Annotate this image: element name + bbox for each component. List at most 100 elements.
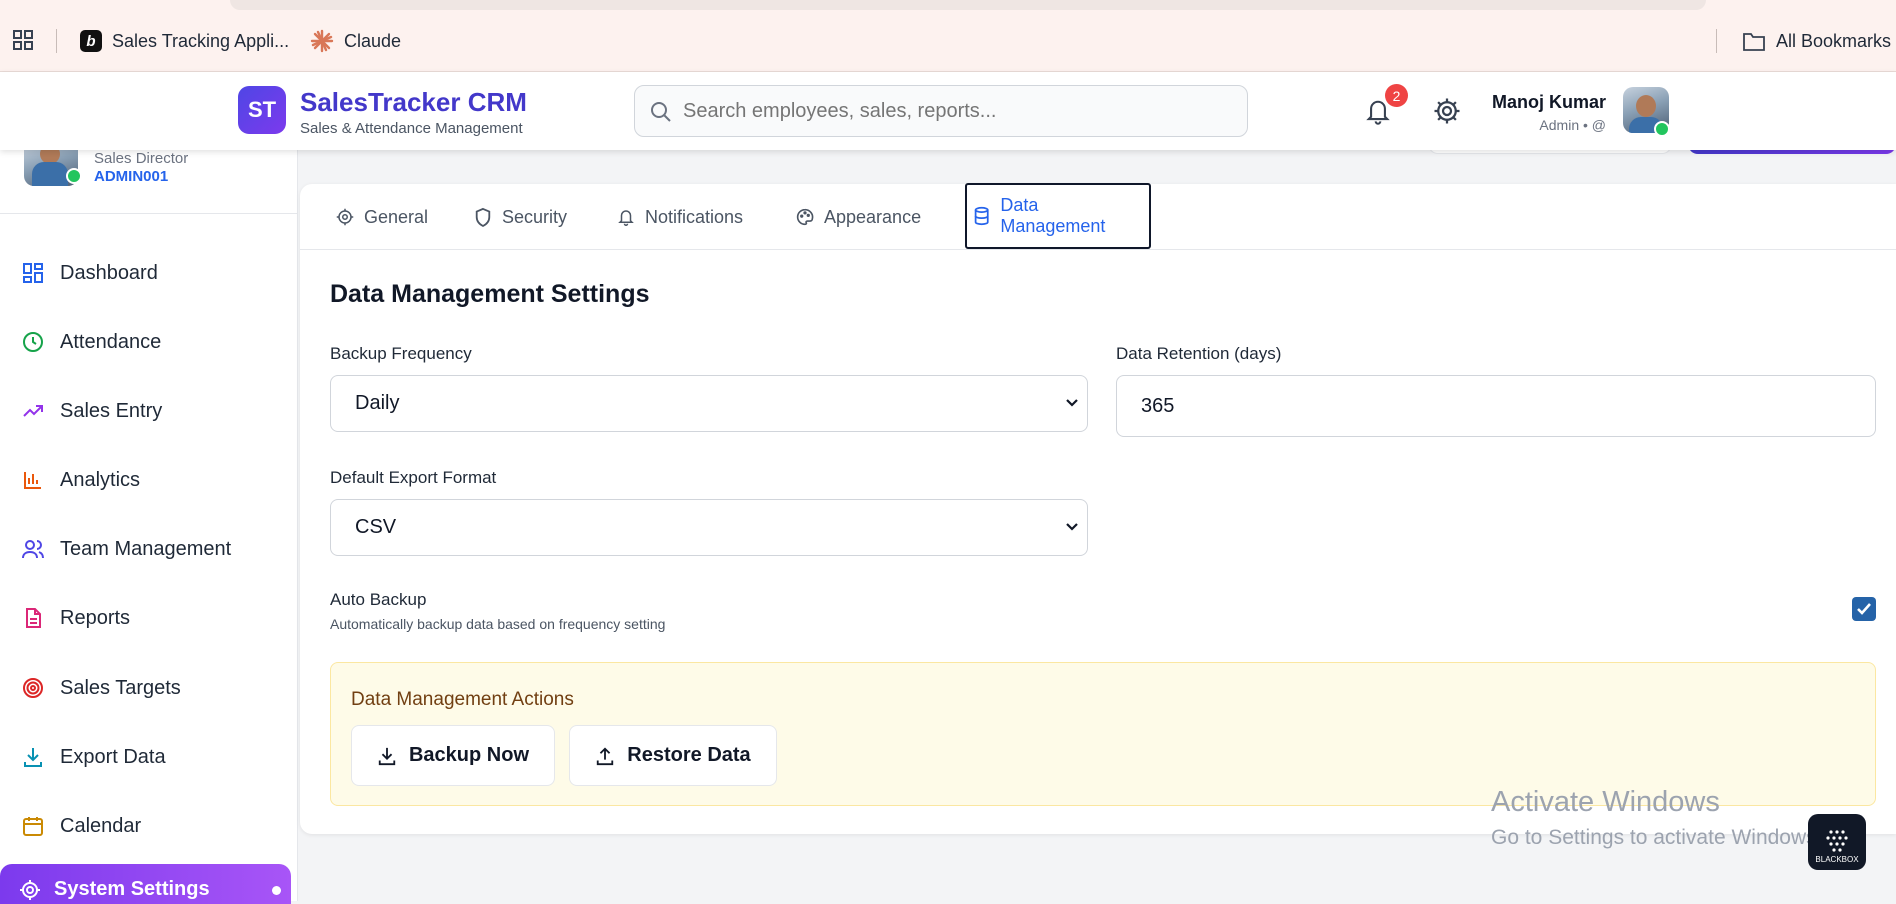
bell-icon xyxy=(618,210,634,226)
address-bar[interactable] xyxy=(230,0,1706,10)
profile-id: ADMIN001 xyxy=(94,168,169,185)
backup-frequency-value: Daily xyxy=(355,392,400,414)
activate-windows-subtitle: Go to Settings to activate Windows. xyxy=(1491,826,1823,849)
sidebar-item-sales-targets[interactable]: Sales Targets xyxy=(0,662,298,714)
sidebar-item-team-management[interactable]: Team Management xyxy=(0,523,298,575)
users-icon xyxy=(22,540,44,559)
sidebar-item-reports[interactable]: Reports xyxy=(0,592,298,644)
search-box[interactable] xyxy=(634,85,1248,137)
bookmark-claude[interactable]: Claude xyxy=(310,28,401,54)
active-indicator-dot xyxy=(272,886,281,895)
document-icon xyxy=(26,608,41,628)
search-input[interactable] xyxy=(683,99,1247,123)
tab-label: General xyxy=(364,206,429,227)
sidebar-item-analytics[interactable]: Analytics xyxy=(0,454,298,506)
actions-title: Data Management Actions xyxy=(351,689,574,710)
chevron-down-icon xyxy=(1066,399,1078,407)
online-status-dot xyxy=(1654,121,1670,137)
tab-security[interactable]: Security xyxy=(468,184,573,250)
bookmark-label: Claude xyxy=(344,30,402,51)
tab-label: Data Management xyxy=(1000,195,1106,236)
sidebar-item-label: Export Data xyxy=(60,745,166,768)
tab-general[interactable]: General xyxy=(330,184,434,250)
blackbox-label: BLACKBOX xyxy=(1815,855,1859,864)
sidebar-item-label: Analytics xyxy=(60,468,141,491)
data-retention-label: Data Retention (days) xyxy=(1116,344,1282,363)
auto-backup-title: Auto Backup xyxy=(330,590,427,609)
auto-backup-checkbox[interactable] xyxy=(1852,597,1876,621)
profile-role: Sales Director xyxy=(94,150,189,167)
apps-grid-icon[interactable] xyxy=(12,29,34,51)
section-title: Data Management Settings xyxy=(330,280,650,308)
calendar-icon xyxy=(23,817,43,836)
gear-icon xyxy=(20,880,40,900)
tab-label: Appearance xyxy=(824,206,922,227)
user-role: Admin • @ xyxy=(1539,117,1606,133)
sidebar-item-system-settings[interactable]: System Settings xyxy=(0,864,291,904)
sidebar-item-dashboard[interactable]: Dashboard xyxy=(0,247,298,299)
settings-card: General Security Notifications Appearanc… xyxy=(300,183,1896,834)
sidebar: Sales Director ADMIN001 Dashboard Attend… xyxy=(0,144,298,904)
settings-gear-icon[interactable] xyxy=(1432,96,1462,126)
app-logo[interactable]: ST xyxy=(238,86,286,134)
sidebar-item-calendar[interactable]: Calendar xyxy=(0,800,298,852)
bar-chart-icon xyxy=(24,472,41,489)
notification-count-badge: 2 xyxy=(1385,84,1408,107)
sidebar-item-label: Attendance xyxy=(60,330,162,353)
browser-bookmarks-bar: b Sales Tracking Appli... Claude All Boo… xyxy=(0,0,1896,72)
sidebar-item-label: System Settings xyxy=(54,878,210,900)
tab-data-management[interactable]: Data Management xyxy=(965,183,1151,249)
database-icon xyxy=(974,206,989,226)
all-bookmarks-button[interactable]: All Bookmarks xyxy=(1742,28,1891,54)
sidebar-profile: Sales Director ADMIN001 xyxy=(0,144,298,214)
sidebar-item-attendance[interactable]: Attendance xyxy=(0,316,298,368)
claude-favicon-icon xyxy=(310,29,334,53)
shield-icon xyxy=(475,207,491,227)
export-format-select[interactable]: CSV xyxy=(330,499,1088,556)
all-bookmarks-label: All Bookmarks xyxy=(1776,30,1892,51)
tab-appearance[interactable]: Appearance xyxy=(790,184,927,250)
blackbox-extension-button[interactable]: BLACKBOX xyxy=(1808,814,1866,870)
chevron-down-icon xyxy=(1066,523,1078,531)
folder-icon xyxy=(1743,33,1765,51)
restore-data-label: Restore Data xyxy=(627,744,751,766)
backup-now-label: Backup Now xyxy=(408,744,530,766)
online-status-dot xyxy=(66,168,82,184)
restore-data-button[interactable]: Restore Data xyxy=(569,725,777,786)
gear-icon xyxy=(336,208,354,226)
export-format-value: CSV xyxy=(355,516,397,538)
app-subtitle: Sales & Attendance Management xyxy=(300,120,523,137)
download-icon xyxy=(24,748,42,767)
export-format-label: Default Export Format xyxy=(330,468,497,487)
sidebar-item-export-data[interactable]: Export Data xyxy=(0,731,298,783)
sidebar-item-label: Dashboard xyxy=(60,261,158,284)
b-favicon-icon: b xyxy=(80,30,102,52)
sidebar-item-sales-entry[interactable]: Sales Entry xyxy=(0,385,298,437)
bookmark-label: Sales Tracking Appli... xyxy=(112,30,290,51)
sidebar-item-label: Reports xyxy=(60,606,131,629)
upload-icon xyxy=(597,746,614,765)
activate-windows-title: Activate Windows xyxy=(1491,786,1720,818)
settings-tabs: General Security Notifications Appearanc… xyxy=(300,183,1896,250)
download-icon xyxy=(378,747,396,765)
app-title: SalesTracker CRM xyxy=(300,87,527,117)
blackbox-logo-icon xyxy=(1826,830,1848,852)
data-retention-input[interactable]: 365 xyxy=(1116,375,1876,437)
bookmark-sales-tracking[interactable]: b Sales Tracking Appli... xyxy=(80,28,289,54)
auto-backup-description: Automatically backup data based on frequ… xyxy=(330,616,666,632)
sidebar-item-label: Sales Entry xyxy=(60,399,163,422)
app-header: ST SalesTracker CRM Sales & Attendance M… xyxy=(0,72,1896,150)
tab-label: Security xyxy=(502,206,568,227)
backup-frequency-select[interactable]: Daily xyxy=(330,375,1088,432)
dashboard-icon xyxy=(23,263,43,283)
clock-icon xyxy=(23,332,43,352)
tab-label: Notifications xyxy=(645,206,744,227)
data-retention-value: 365 xyxy=(1141,394,1175,417)
backup-now-button[interactable]: Backup Now xyxy=(351,725,555,786)
user-name: Manoj Kumar xyxy=(1491,92,1606,112)
trending-up-icon xyxy=(23,405,43,417)
checkmark-icon xyxy=(1857,603,1871,615)
sidebar-item-label: Sales Targets xyxy=(60,676,181,699)
sidebar-item-label: Team Management xyxy=(60,537,232,560)
tab-notifications[interactable]: Notifications xyxy=(611,184,749,250)
